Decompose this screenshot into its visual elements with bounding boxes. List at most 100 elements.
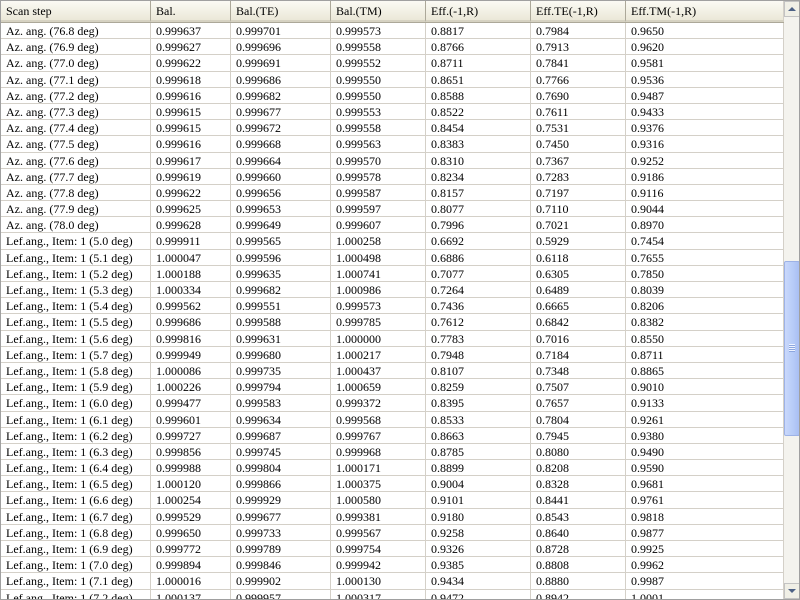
table-row[interactable]: Az. ang. (77.5 deg) 0.999616 0.999668 0.999… — [1, 136, 784, 153]
cell-eff-tm[interactable]: 0.9681 — [626, 476, 784, 493]
cell-scan-step[interactable]: Az. ang. (77.9 deg) — [1, 201, 151, 218]
cell-bal-te[interactable]: 0.999668 — [231, 136, 331, 153]
cell-eff[interactable]: 0.8588 — [426, 87, 531, 104]
cell-bal-te[interactable]: 0.999677 — [231, 508, 331, 525]
cell-eff-tm[interactable]: 0.9620 — [626, 39, 784, 56]
cell-eff-te[interactable]: 0.7016 — [531, 330, 626, 347]
cell-eff-tm[interactable]: 0.9044 — [626, 201, 784, 218]
cell-eff[interactable]: 0.8711 — [426, 55, 531, 72]
cell-bal[interactable]: 0.999686 — [151, 314, 231, 331]
cell-bal[interactable]: 0.999529 — [151, 508, 231, 525]
cell-scan-step[interactable]: Lef.ang., Item: 1 (6.9 deg) — [1, 541, 151, 558]
cell-eff-tm[interactable]: 0.9133 — [626, 395, 784, 412]
cell-scan-step[interactable]: Lef.ang., Item: 1 (7.1 deg) — [1, 573, 151, 590]
cell-bal-tm[interactable]: 0.999968 — [331, 443, 426, 461]
cell-eff-te[interactable]: 0.7611 — [531, 103, 626, 121]
cell-bal-tm[interactable]: 0.999553 — [331, 103, 426, 121]
cell-scan-step[interactable]: Lef.ang., Item: 1 (5.9 deg) — [1, 379, 151, 396]
scroll-down-button[interactable] — [784, 583, 799, 599]
cell-eff-te[interactable]: 0.7507 — [531, 379, 626, 396]
cell-eff-te[interactable]: 0.8208 — [531, 460, 626, 477]
cell-bal-tm[interactable]: 0.999381 — [331, 508, 426, 525]
cell-bal-te[interactable]: 0.999902 — [231, 573, 331, 590]
cell-bal-te[interactable]: 0.999733 — [231, 524, 331, 541]
table-row[interactable]: Az. ang. (77.7 deg) 0.999619 0.999660 0.999… — [1, 168, 784, 185]
cell-bal[interactable]: 0.999616 — [151, 136, 231, 153]
cell-bal-te[interactable]: 0.999596 — [231, 249, 331, 266]
cell-eff-tm[interactable]: 0.9010 — [626, 379, 784, 396]
cell-bal[interactable]: 0.999628 — [151, 217, 231, 234]
column-header-eff-te[interactable]: Eff.TE(-1,R) — [531, 1, 626, 22]
cell-eff[interactable]: 0.7783 — [426, 330, 531, 347]
cell-bal[interactable]: 1.000254 — [151, 492, 231, 509]
cell-bal-tm[interactable]: 1.000217 — [331, 346, 426, 363]
cell-bal-tm[interactable]: 0.999558 — [331, 120, 426, 137]
cell-bal-tm[interactable]: 1.000498 — [331, 249, 426, 266]
table-row[interactable]: Lef.ang., Item: 1 (6.1 deg) 0.999601 0.999… — [1, 411, 784, 428]
cell-bal[interactable]: 0.999619 — [151, 168, 231, 185]
cell-bal[interactable]: 0.999772 — [151, 541, 231, 558]
cell-bal-te[interactable]: 0.999653 — [231, 201, 331, 218]
cell-bal-tm[interactable]: 1.000375 — [331, 476, 426, 493]
cell-scan-step[interactable]: Lef.ang., Item: 1 (5.5 deg) — [1, 314, 151, 331]
cell-eff-te[interactable]: 0.6118 — [531, 249, 626, 266]
column-header-bal[interactable]: Bal. — [151, 1, 231, 22]
cell-bal[interactable]: 0.999601 — [151, 411, 231, 428]
cell-bal-tm[interactable]: 0.999573 — [331, 23, 426, 40]
cell-bal-tm[interactable]: 0.999597 — [331, 201, 426, 218]
cell-eff-te[interactable]: 0.7690 — [531, 87, 626, 104]
cell-eff[interactable]: 0.7612 — [426, 314, 531, 331]
cell-eff[interactable]: 0.8533 — [426, 411, 531, 428]
cell-bal[interactable]: 1.000047 — [151, 249, 231, 266]
column-header-eff[interactable]: Eff.(-1,R) — [426, 1, 531, 22]
cell-scan-step[interactable]: Lef.ang., Item: 1 (6.8 deg) — [1, 524, 151, 541]
cell-eff[interactable]: 0.8766 — [426, 39, 531, 56]
cell-scan-step[interactable]: Az. ang. (76.8 deg) — [1, 23, 151, 40]
cell-eff-tm[interactable]: 0.9536 — [626, 71, 784, 88]
cell-bal[interactable]: 1.000120 — [151, 476, 231, 493]
cell-bal-te[interactable]: 0.999649 — [231, 217, 331, 234]
cell-bal-tm[interactable]: 0.999570 — [331, 152, 426, 169]
cell-bal-tm[interactable]: 1.000659 — [331, 379, 426, 396]
cell-eff-tm[interactable]: 0.8970 — [626, 217, 784, 234]
column-header-eff-tm[interactable]: Eff.TM(-1,R) — [626, 1, 784, 22]
scroll-up-button[interactable] — [784, 1, 799, 17]
column-header-bal-te[interactable]: Bal.(TE) — [231, 1, 331, 22]
cell-bal-tm[interactable]: 0.999567 — [331, 524, 426, 541]
cell-eff-tm[interactable]: 1.0001 — [626, 589, 784, 599]
cell-bal[interactable]: 0.999622 — [151, 55, 231, 72]
table-row[interactable]: Lef.ang., Item: 1 (5.0 deg) 0.999911 0.999… — [1, 233, 784, 250]
table-row[interactable]: Lef.ang., Item: 1 (5.5 deg) 0.999686 0.999… — [1, 314, 784, 331]
cell-bal-te[interactable]: 0.999635 — [231, 265, 331, 282]
table-row[interactable]: Az. ang. (77.2 deg) 0.999616 0.999682 0.999… — [1, 87, 784, 104]
cell-eff[interactable]: 0.8259 — [426, 379, 531, 396]
cell-eff-te[interactable]: 0.8543 — [531, 508, 626, 525]
cell-bal-te[interactable]: 0.999789 — [231, 541, 331, 558]
cell-bal-tm[interactable]: 0.999754 — [331, 541, 426, 558]
cell-eff[interactable]: 0.9326 — [426, 541, 531, 558]
cell-bal[interactable]: 0.999894 — [151, 557, 231, 574]
cell-bal-te[interactable]: 0.999957 — [231, 589, 331, 599]
cell-scan-step[interactable]: Az. ang. (77.1 deg) — [1, 71, 151, 88]
cell-eff-tm[interactable]: 0.9987 — [626, 573, 784, 590]
cell-eff-tm[interactable]: 0.7454 — [626, 233, 784, 250]
cell-scan-step[interactable]: Lef.ang., Item: 1 (6.4 deg) — [1, 460, 151, 477]
table-row[interactable]: Lef.ang., Item: 1 (6.6 deg) 1.000254 0.999… — [1, 492, 784, 509]
cell-eff-tm[interactable]: 0.9877 — [626, 524, 784, 541]
cell-scan-step[interactable]: Az. ang. (77.7 deg) — [1, 168, 151, 185]
cell-bal[interactable]: 0.999622 — [151, 184, 231, 202]
cell-bal-te[interactable]: 0.999794 — [231, 379, 331, 396]
cell-eff[interactable]: 0.8077 — [426, 201, 531, 218]
cell-scan-step[interactable]: Az. ang. (77.3 deg) — [1, 103, 151, 121]
cell-bal[interactable]: 0.999618 — [151, 71, 231, 88]
cell-eff[interactable]: 0.8522 — [426, 103, 531, 121]
cell-scan-step[interactable]: Lef.ang., Item: 1 (5.6 deg) — [1, 330, 151, 347]
cell-eff[interactable]: 0.8107 — [426, 362, 531, 380]
table-row[interactable]: Az. ang. (77.8 deg) 0.999622 0.999656 0.999… — [1, 184, 784, 202]
cell-eff-te[interactable]: 0.8441 — [531, 492, 626, 509]
cell-bal-te[interactable]: 0.999682 — [231, 87, 331, 104]
cell-eff-tm[interactable]: 0.8382 — [626, 314, 784, 331]
table-row[interactable]: Lef.ang., Item: 1 (6.0 deg) 0.999477 0.999… — [1, 395, 784, 412]
cell-bal-tm[interactable]: 0.999767 — [331, 427, 426, 444]
table-row[interactable]: Lef.ang., Item: 1 (5.1 deg) 1.000047 0.999… — [1, 249, 784, 266]
